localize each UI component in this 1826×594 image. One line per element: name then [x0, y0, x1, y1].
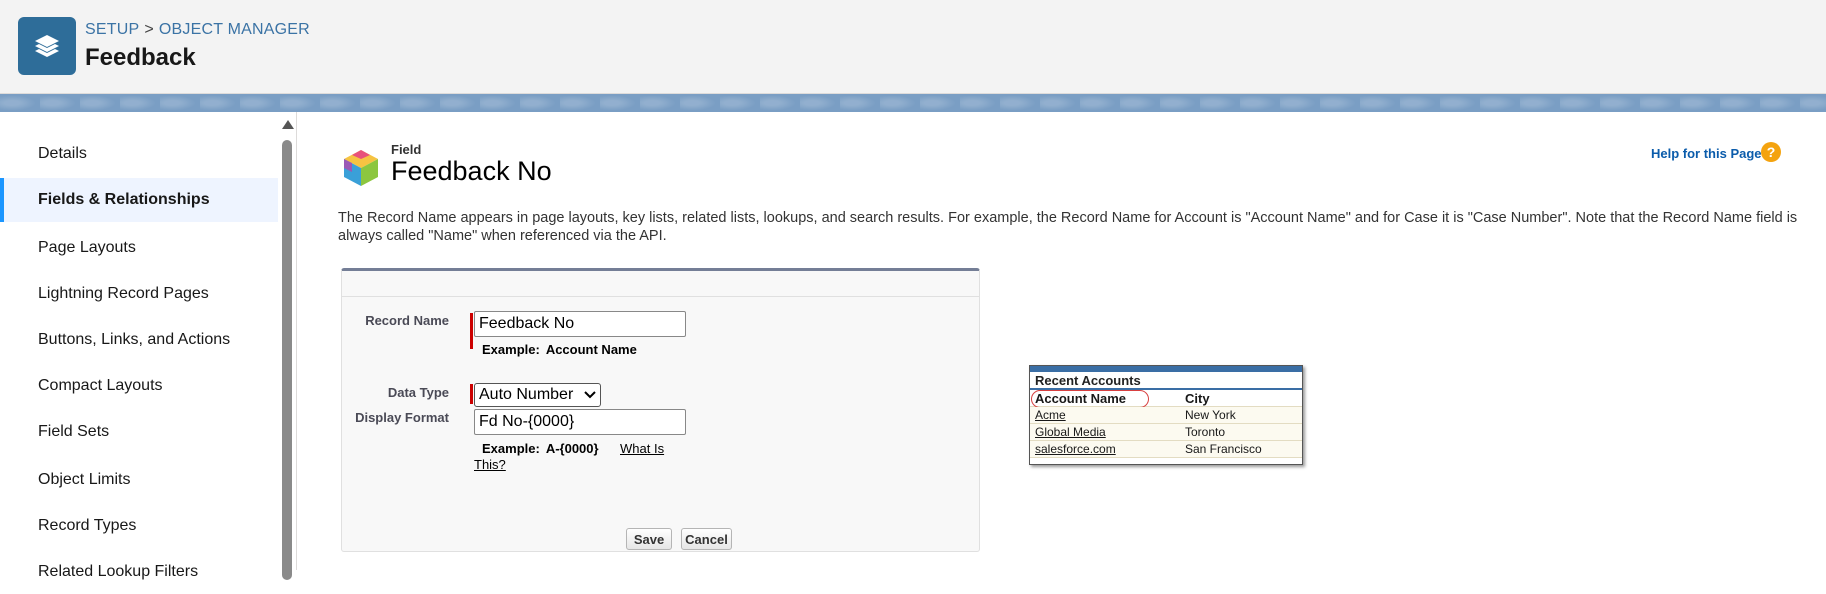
example-label: Example:: [482, 342, 540, 357]
sidebar-scrollbar[interactable]: [280, 112, 294, 580]
sample-header-row: Account Name City: [1030, 390, 1302, 408]
sample-cell-account: Global Media: [1035, 425, 1106, 439]
data-type-select[interactable]: Auto Number: [474, 383, 601, 407]
sample-row: Global Media Toronto: [1030, 424, 1302, 441]
breadcrumb-separator: >: [144, 21, 154, 38]
what-is-this-wrapper: What Is This?: [474, 441, 694, 473]
chevron-down-icon: [584, 391, 596, 399]
description-text: The Record Name appears in page layouts,…: [338, 210, 1798, 244]
sidebar-item-compact-layouts[interactable]: Compact Layouts: [0, 364, 278, 408]
field-label: Field: [391, 142, 422, 157]
data-type-label: Data Type: [387, 385, 449, 400]
sidebar-item-lightning-record-pages[interactable]: Lightning Record Pages: [0, 272, 278, 316]
record-name-example: Example: Account Name: [482, 342, 637, 357]
sidebar-item-object-limits[interactable]: Object Limits: [0, 458, 278, 502]
data-type-value: Auto Number: [479, 386, 574, 403]
main-content: Field Feedback No Help for this Page ? T…: [298, 112, 1826, 570]
record-name-input[interactable]: [474, 311, 686, 337]
example-value: Account Name: [545, 342, 637, 357]
display-format-input[interactable]: [474, 409, 686, 435]
page-header: SETUP > OBJECT MANAGER Feedback: [0, 0, 1826, 94]
required-indicator: [470, 313, 473, 349]
sample-cell-account: salesforce.com: [1035, 442, 1116, 456]
cube-icon: [342, 148, 380, 188]
page-title: Feedback: [85, 44, 196, 71]
sample-cell-city: Toronto: [1185, 425, 1226, 439]
recent-accounts-sample-image: Recent Accounts Account Name City Acme N…: [1029, 365, 1303, 465]
sample-title: Recent Accounts: [1030, 372, 1302, 390]
scroll-thumb[interactable]: [282, 140, 292, 580]
sidebar-item-field-sets[interactable]: Field Sets: [0, 410, 278, 454]
sample-cell-city: San Francisco: [1185, 442, 1262, 456]
sample-cell-account: Acme: [1035, 408, 1066, 422]
highlight-circle: [1031, 390, 1149, 408]
display-format-label: Display Format: [355, 410, 449, 425]
sample-row: salesforce.com San Francisco: [1030, 441, 1302, 458]
sidebar-item-details[interactable]: Details: [0, 132, 278, 176]
cancel-button[interactable]: Cancel: [681, 528, 732, 550]
question-icon[interactable]: ?: [1761, 142, 1781, 162]
sample-cell-city: New York: [1185, 408, 1236, 422]
breadcrumb-object-manager[interactable]: OBJECT MANAGER: [159, 21, 310, 38]
record-name-form: Record Name Example: Account Name Data Ty…: [341, 268, 980, 552]
save-button[interactable]: Save: [626, 528, 672, 550]
breadcrumb: SETUP > OBJECT MANAGER: [85, 21, 310, 39]
breadcrumb-setup[interactable]: SETUP: [85, 21, 139, 38]
record-name-label: Record Name: [365, 313, 449, 328]
what-is-this-link[interactable]: What Is This?: [474, 441, 664, 472]
panel-header: [342, 271, 979, 297]
sidebar-item-page-layouts[interactable]: Page Layouts: [0, 226, 278, 270]
sidebar-item-fields-relationships[interactable]: Fields & Relationships: [0, 178, 278, 222]
help-link[interactable]: Help for this Page: [1651, 146, 1762, 161]
sidebar-item-buttons-links-actions[interactable]: Buttons, Links, and Actions: [0, 318, 278, 362]
sidebar-item-record-types[interactable]: Record Types: [0, 504, 278, 548]
scroll-up-arrow-icon[interactable]: [282, 120, 294, 129]
sample-row: Acme New York: [1030, 407, 1302, 424]
sample-column-city: City: [1185, 391, 1210, 406]
required-indicator: [470, 384, 473, 404]
field-title: Feedback No: [391, 156, 552, 186]
sidebar-item-related-lookup-filters[interactable]: Related Lookup Filters: [0, 550, 278, 594]
header-banner: [0, 94, 1826, 112]
layers-icon: [18, 17, 76, 75]
sidebar: Details Fields & Relationships Page Layo…: [0, 112, 297, 580]
